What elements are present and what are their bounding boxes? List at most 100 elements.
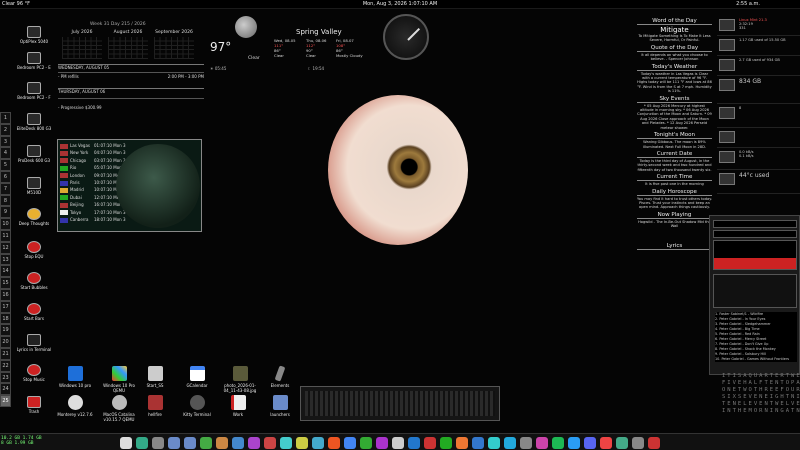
telegram-icon[interactable]: [568, 437, 580, 449]
settings-icon[interactable]: [152, 437, 164, 449]
weather-applet[interactable]: Clear 96 °F: [2, 0, 30, 9]
desktop-icon[interactable]: Bedroom PC2 - E: [6, 52, 62, 70]
desktop-icon[interactable]: Deep Thoughts: [6, 208, 62, 226]
app-icon-windows10[interactable]: Windows 10 pro: [55, 366, 95, 388]
spotify-icon[interactable]: [552, 437, 564, 449]
workspace-button[interactable]: 3: [0, 135, 11, 148]
app-icon[interactable]: [264, 437, 276, 449]
app-icon-photo[interactable]: photo_2026-01-04_11-43-08.jpg: [218, 366, 262, 393]
month-label: July 2026: [71, 30, 93, 35]
workspace-button[interactable]: 24: [0, 383, 11, 396]
app-icon[interactable]: [408, 437, 420, 449]
workspace-button[interactable]: 21: [0, 347, 11, 360]
app-icon[interactable]: [488, 437, 500, 449]
workspace-button[interactable]: 4: [0, 147, 11, 160]
app-icon[interactable]: [600, 437, 612, 449]
folder-icon[interactable]: [168, 437, 180, 449]
workspace-button[interactable]: 10: [0, 218, 11, 230]
player-seekbar[interactable]: [713, 230, 797, 238]
app-icon[interactable]: [616, 437, 628, 449]
workspace-button[interactable]: 2: [0, 123, 11, 136]
desktop-icon[interactable]: Bedroom PC2 - F: [6, 82, 62, 100]
app-icon[interactable]: [280, 437, 292, 449]
desktop-icon[interactable]: ProDesk 600 G3: [6, 145, 62, 163]
app-icon-gcalendar[interactable]: GCalendar: [177, 366, 217, 388]
chrome-icon[interactable]: [344, 437, 356, 449]
equalizer[interactable]: [713, 240, 797, 270]
app-icon[interactable]: [232, 437, 244, 449]
workspace-button[interactable]: 7: [0, 182, 11, 195]
workspace-button[interactable]: 5: [0, 159, 11, 171]
app-icon[interactable]: [520, 437, 532, 449]
folder-icon[interactable]: [184, 437, 196, 449]
desktop-icon[interactable]: Start Bars: [6, 303, 62, 321]
app-icon-windows10-qemu[interactable]: Windows 10 Pro QEMU: [99, 366, 139, 393]
app-icon[interactable]: [504, 437, 516, 449]
app-icon[interactable]: [424, 437, 436, 449]
workspace-button[interactable]: 22: [0, 359, 11, 372]
calendar-header: Week 31 Day 215 / 2026: [90, 22, 146, 27]
app-icon-launchers[interactable]: launchers: [260, 395, 300, 417]
app-icon[interactable]: [360, 437, 372, 449]
workspace-button[interactable]: 16: [0, 288, 11, 301]
workspace-button[interactable]: 6: [0, 170, 11, 183]
music-icon[interactable]: [376, 437, 388, 449]
workspace-button[interactable]: 17: [0, 300, 11, 313]
app-icon[interactable]: [392, 437, 404, 449]
desktop-icon[interactable]: Start Bubbles: [6, 272, 62, 290]
app-icon-work[interactable]: Work: [218, 395, 258, 417]
desktop-icon[interactable]: EliteDesk 800 G3: [6, 113, 62, 131]
desktop-icon[interactable]: Trash: [6, 396, 62, 414]
clock-applet[interactable]: Mon, Aug 3, 2026 1:07:10 AM: [330, 0, 470, 9]
computer-icon: [27, 82, 41, 94]
workspace-button[interactable]: 19: [0, 324, 11, 337]
app-icon[interactable]: [536, 437, 548, 449]
tray-time[interactable]: 2:55 a.m.: [736, 0, 760, 9]
workspace-button[interactable]: 12: [0, 241, 11, 254]
app-icon-hellfire[interactable]: hellfire: [135, 395, 175, 417]
player-controls[interactable]: [713, 274, 797, 308]
app-icon[interactable]: [472, 437, 484, 449]
city-row: New York 04:07:10 Mon 3: [60, 149, 134, 156]
desktop-icon[interactable]: Stop Music: [6, 364, 62, 382]
sys-disk: 2.7 GB used of 934 GB: [717, 56, 800, 76]
workspace-button[interactable]: 13: [0, 253, 11, 266]
workspace-button[interactable]: 23: [0, 371, 11, 384]
word-clock-row: ITISAQUARTERTWENTY: [722, 373, 800, 379]
workspace-button[interactable]: 9: [0, 206, 11, 219]
app-icon[interactable]: [632, 437, 644, 449]
desktop-icon[interactable]: Stop EQU: [6, 241, 62, 259]
app-icon[interactable]: [248, 437, 260, 449]
desktop-icon[interactable]: M510D: [6, 177, 62, 195]
workspace-button[interactable]: 18: [0, 312, 11, 325]
app-icon[interactable]: [456, 437, 468, 449]
player-titlebar[interactable]: [713, 220, 797, 228]
app-icon-elements[interactable]: Elements: [260, 365, 300, 388]
app-icon[interactable]: [312, 437, 324, 449]
desktop-icon[interactable]: Lyrics in Terminal: [6, 334, 62, 352]
linux-icon[interactable]: [120, 437, 132, 449]
workspace-button[interactable]: 1: [0, 112, 11, 124]
playlist-item[interactable]: 10. Peter Gabriel - Games Without Fronti…: [715, 357, 797, 362]
workspace-button[interactable]: 15: [0, 277, 11, 289]
workspace-button[interactable]: 8: [0, 194, 11, 207]
app-icon[interactable]: [440, 437, 452, 449]
mint-icon[interactable]: [136, 437, 148, 449]
desktop-icon[interactable]: OptiPlex 5040: [6, 26, 62, 44]
discord-icon[interactable]: [584, 437, 596, 449]
month-label: August 2026: [113, 30, 143, 35]
firefox-icon[interactable]: [328, 437, 340, 449]
windows-icon: [67, 366, 83, 381]
event-block: THURSDAY, AUGUST 06 - Progressive $300.9…: [58, 88, 204, 110]
workspace-button[interactable]: 11: [0, 229, 11, 242]
app-icon-kitty[interactable]: Kitty Terminal: [177, 395, 217, 417]
trash-icon[interactable]: [648, 437, 660, 449]
app-icon[interactable]: [216, 437, 228, 449]
workspace-button-active[interactable]: 25: [0, 395, 11, 407]
app-icon-start-ss[interactable]: Start_SS: [135, 366, 175, 388]
app-icon-monterey[interactable]: Monterey v12.7.6: [55, 395, 95, 417]
workspace-button[interactable]: 14: [0, 265, 11, 278]
app-icon[interactable]: [200, 437, 212, 449]
app-icon[interactable]: [296, 437, 308, 449]
workspace-button[interactable]: 20: [0, 336, 11, 348]
